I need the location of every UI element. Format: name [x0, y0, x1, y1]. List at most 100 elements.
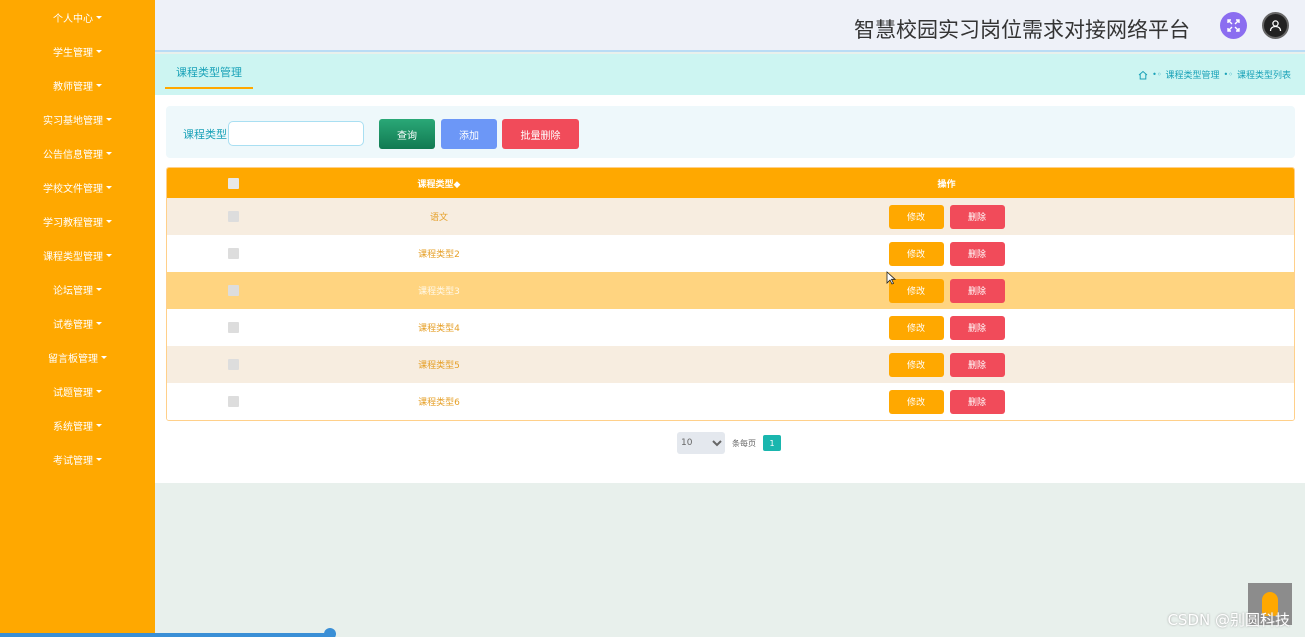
- delete-button[interactable]: 删除: [949, 241, 1005, 266]
- per-page-label: 条每页: [732, 438, 756, 448]
- watermark: CSDN @别圆科技: [1167, 611, 1290, 629]
- sidebar-item-label: 学生管理: [53, 47, 93, 59]
- user-icon-graphic: [1269, 20, 1282, 32]
- edit-button[interactable]: 修改: [888, 241, 944, 266]
- chevron-down-icon: [96, 321, 102, 325]
- row-checkbox[interactable]: [227, 211, 239, 222]
- sidebar-item-label: 学习教程管理: [43, 217, 103, 229]
- sidebar-item-internship-base[interactable]: 实习基地管理: [0, 102, 155, 136]
- select-all-checkbox[interactable]: [227, 177, 239, 189]
- table-row: 课程类型3 修改 删除: [167, 272, 1294, 309]
- breadcrumb-item: 课程类型列表: [1236, 71, 1291, 81]
- course-type-search-input[interactable]: [228, 121, 364, 146]
- row-checkbox[interactable]: [227, 359, 239, 370]
- edit-button[interactable]: 修改: [888, 278, 944, 303]
- sidebar-item-label: 论坛管理: [53, 285, 93, 297]
- sidebar-item-label: 试卷管理: [53, 319, 93, 331]
- course-type-table: 课程类型◆ 操作 语文 修改 删除 课程类型2 修改 删除 课程类型3 修改 删…: [166, 167, 1295, 421]
- chevron-down-icon: [101, 355, 107, 359]
- sidebar-item-exams[interactable]: 考试管理: [0, 442, 155, 476]
- row-checkbox[interactable]: [227, 248, 239, 259]
- breadcrumb-item[interactable]: 课程类型管理: [1166, 68, 1220, 81]
- sidebar-item-personal-center[interactable]: 个人中心: [0, 0, 155, 34]
- tab-course-types[interactable]: 课程类型管理: [165, 54, 253, 89]
- chevron-down-icon: [96, 423, 102, 427]
- add-button[interactable]: 添加: [441, 119, 497, 149]
- sidebar-item-tutorials[interactable]: 学习教程管理: [0, 204, 155, 238]
- sidebar-item-label: 实习基地管理: [43, 115, 103, 127]
- chevron-down-icon: [96, 15, 102, 19]
- query-button[interactable]: 查询: [379, 119, 435, 149]
- sidebar-item-message-board[interactable]: 留言板管理: [0, 340, 155, 374]
- edit-button[interactable]: 修改: [888, 352, 944, 377]
- search-bar: 课程类型 查询 添加 批量删除: [166, 106, 1295, 158]
- edit-button[interactable]: 修改: [888, 204, 944, 229]
- table-row: 语文 修改 删除: [167, 198, 1294, 235]
- home-icon[interactable]: [1138, 70, 1148, 80]
- row-course-type-name: 课程类型3: [418, 287, 460, 297]
- expand-icon-graphic: [1227, 19, 1240, 32]
- sidebar-item-label: 课程类型管理: [43, 251, 103, 263]
- sidebar-item-label: 学校文件管理: [43, 183, 103, 195]
- row-course-type-name: 课程类型4: [418, 324, 460, 334]
- sidebar-item-label: 系统管理: [53, 421, 93, 433]
- header: 智慧校园实习岗位需求对接网络平台: [155, 0, 1305, 52]
- sidebar-item-announcements[interactable]: 公告信息管理: [0, 136, 155, 170]
- sidebar-item-questions[interactable]: 试题管理: [0, 374, 155, 408]
- breadcrumb-bar: 课程类型管理 •◦ 课程类型管理 •◦ 课程类型列表: [155, 54, 1305, 95]
- column-header-course-type[interactable]: 课程类型◆: [299, 177, 579, 190]
- delete-button[interactable]: 删除: [949, 278, 1005, 303]
- main-panel: 课程类型 查询 添加 批量删除 课程类型◆ 操作 语文 修改 删除 课程类型2 …: [155, 95, 1305, 483]
- column-header-ops: 操作: [937, 179, 956, 190]
- sidebar-item-school-files[interactable]: 学校文件管理: [0, 170, 155, 204]
- delete-button[interactable]: 删除: [949, 204, 1005, 229]
- table-header: 课程类型◆ 操作: [167, 168, 1294, 198]
- row-course-type-name: 语文: [429, 213, 448, 223]
- sidebar-item-label: 公告信息管理: [43, 149, 103, 161]
- sidebar-item-label: 个人中心: [53, 13, 93, 25]
- row-checkbox[interactable]: [227, 285, 239, 296]
- row-checkbox[interactable]: [227, 396, 239, 407]
- sidebar-item-forum[interactable]: 论坛管理: [0, 272, 155, 306]
- edit-button[interactable]: 修改: [888, 315, 944, 340]
- sidebar-item-system[interactable]: 系统管理: [0, 408, 155, 442]
- breadcrumb-separator-icon: •◦: [1152, 70, 1162, 79]
- page-size-select[interactable]: 10: [677, 432, 725, 454]
- sidebar: 个人中心 学生管理 教师管理 实习基地管理 公告信息管理 学校文件管理 学习教程…: [0, 0, 155, 637]
- batch-delete-button[interactable]: 批量删除: [502, 119, 579, 149]
- sidebar-item-label: 教师管理: [53, 81, 93, 93]
- delete-button[interactable]: 删除: [949, 389, 1005, 414]
- edit-button[interactable]: 修改: [888, 389, 944, 414]
- expand-icon[interactable]: [1220, 12, 1247, 39]
- sidebar-item-teachers[interactable]: 教师管理: [0, 68, 155, 102]
- sidebar-item-course-types[interactable]: 课程类型管理: [0, 238, 155, 272]
- chevron-down-icon: [106, 253, 112, 257]
- user-icon[interactable]: [1262, 12, 1289, 39]
- horizontal-scrollbar[interactable]: [0, 633, 330, 637]
- sidebar-item-students[interactable]: 学生管理: [0, 34, 155, 68]
- chevron-down-icon: [106, 185, 112, 189]
- row-course-type-name: 课程类型6: [418, 398, 460, 408]
- sidebar-item-label: 考试管理: [53, 455, 93, 467]
- page-number-button[interactable]: 1: [763, 435, 781, 451]
- row-course-type-name: 课程类型5: [418, 361, 460, 371]
- row-checkbox[interactable]: [227, 322, 239, 333]
- chevron-down-icon: [96, 49, 102, 53]
- table-row: 课程类型2 修改 删除: [167, 235, 1294, 272]
- chevron-down-icon: [96, 287, 102, 291]
- breadcrumb: •◦ 课程类型管理 •◦ 课程类型列表: [1138, 68, 1291, 81]
- chevron-down-icon: [96, 83, 102, 87]
- app-title: 智慧校园实习岗位需求对接网络平台: [854, 18, 1190, 42]
- sidebar-item-papers[interactable]: 试卷管理: [0, 306, 155, 340]
- mouse-cursor-icon: [886, 271, 897, 288]
- sidebar-item-label: 试题管理: [53, 387, 93, 399]
- sidebar-item-label: 留言板管理: [48, 353, 98, 365]
- delete-button[interactable]: 删除: [949, 352, 1005, 377]
- pagination: 10 条每页 1: [677, 432, 781, 454]
- chevron-down-icon: [106, 117, 112, 121]
- table-row: 课程类型5 修改 删除: [167, 346, 1294, 383]
- search-label: 课程类型: [183, 128, 227, 141]
- delete-button[interactable]: 删除: [949, 315, 1005, 340]
- scrollbar-handle[interactable]: [324, 628, 336, 637]
- table-row: 课程类型6 修改 删除: [167, 383, 1294, 420]
